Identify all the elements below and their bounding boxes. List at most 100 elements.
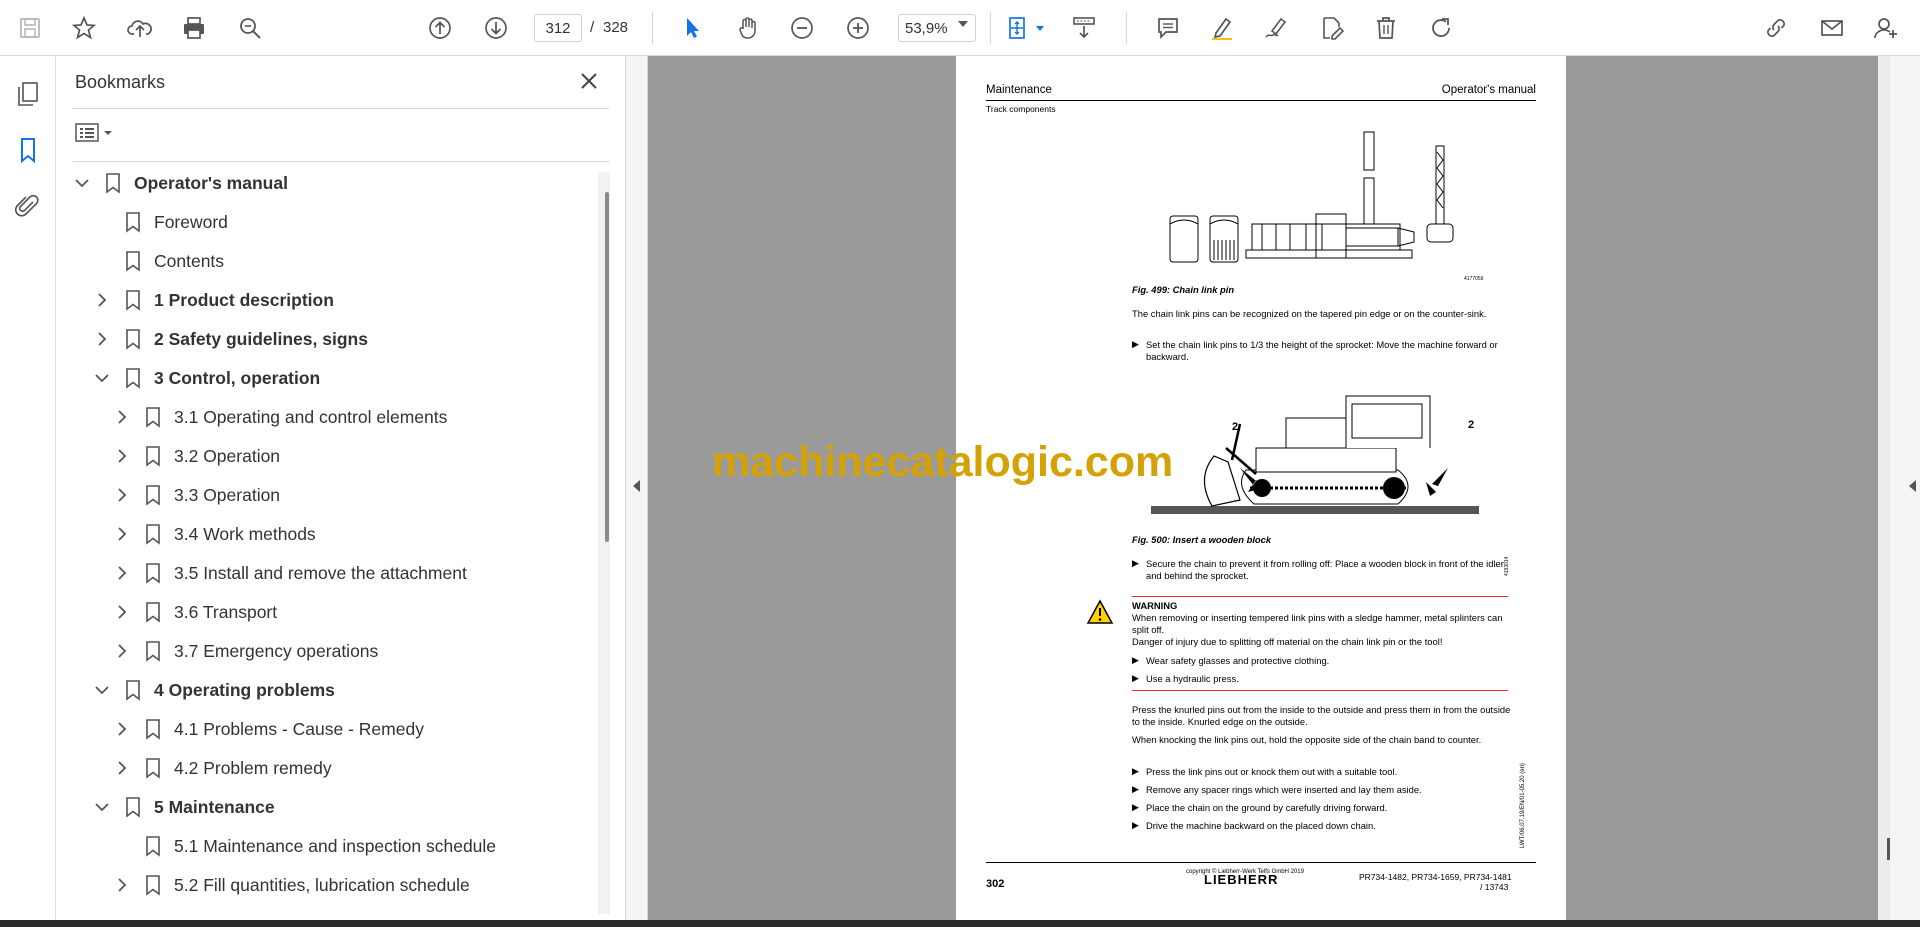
bookmark-item[interactable]: 4.1 Problems - Cause - Remedy (112, 712, 424, 746)
document-scrollbar[interactable] (1878, 56, 1890, 920)
bookmark-item[interactable]: 3.2 Operation (112, 439, 280, 473)
comment-icon[interactable] (1150, 10, 1186, 46)
bookmark-item[interactable]: 3.3 Operation (112, 478, 280, 512)
bookmark-icon (146, 602, 160, 623)
chevron-down-icon[interactable] (1036, 26, 1044, 31)
bookmark-item[interactable]: Foreword (92, 205, 228, 239)
bookmark-label: 2 Safety guidelines, signs (154, 328, 368, 349)
bookmark-item[interactable]: 5.2 Fill quantities, lubrication schedul… (112, 868, 470, 902)
attachment-icon[interactable] (10, 188, 46, 224)
document-viewer[interactable]: Maintenance Operator's manual Track comp… (648, 56, 1878, 920)
collapse-left-icon[interactable] (633, 480, 640, 492)
share-link-icon[interactable] (1758, 10, 1794, 46)
bookmark-item[interactable]: 3.4 Work methods (112, 517, 316, 551)
chevron-right-icon[interactable] (112, 641, 132, 661)
sign-icon[interactable] (1258, 10, 1294, 46)
bookmark-item[interactable]: 3.1 Operating and control elements (112, 400, 447, 434)
edit-pdf-icon[interactable] (1314, 10, 1350, 46)
chevron-down-icon[interactable] (958, 21, 968, 27)
divider (73, 108, 609, 109)
bookmark-item[interactable]: 3.6 Transport (112, 595, 277, 629)
bookmark-icon (146, 446, 160, 467)
chevron-right-icon[interactable] (112, 446, 132, 466)
bookmark-item[interactable]: Contents (92, 244, 224, 278)
bookmark-label: 1 Product description (154, 289, 334, 310)
scroll-mode-icon[interactable] (1066, 10, 1102, 46)
toolbar-divider (1126, 12, 1127, 44)
close-icon[interactable] (576, 68, 602, 94)
bookmark-item[interactable]: 5.1 Maintenance and inspection schedule (112, 829, 496, 863)
bookmark-item[interactable]: Operator's manual (72, 166, 288, 200)
bookmark-item[interactable]: 5 Maintenance (92, 790, 275, 824)
zoom-level-select[interactable]: 53,9% (898, 14, 976, 42)
upload-icon[interactable] (122, 10, 158, 46)
rotate-icon[interactable] (1424, 10, 1460, 46)
instruction-step: Press the link pins out or knock them ou… (1146, 766, 1398, 777)
bookmark-icon (126, 329, 140, 350)
bookmark-icon (146, 524, 160, 545)
zoom-search-icon[interactable] (232, 10, 268, 46)
zoom-in-icon[interactable] (840, 10, 876, 46)
bookmark-item[interactable]: 4.2 Problem remedy (112, 751, 332, 785)
panel-splitter[interactable] (626, 56, 648, 920)
print-icon[interactable] (176, 10, 212, 46)
chevron-right-icon[interactable] (92, 329, 112, 349)
warning-triangle-icon (1086, 599, 1114, 624)
chevron-right-icon[interactable] (112, 719, 132, 739)
bookmark-label: 3.3 Operation (174, 484, 281, 505)
arrow-down-circle-icon[interactable] (478, 10, 514, 46)
bookmark-label: 3.1 Operating and control elements (174, 406, 448, 427)
chevron-down-icon[interactable] (92, 368, 112, 388)
warning-title: WARNING (1132, 600, 1178, 611)
add-user-icon[interactable] (1868, 10, 1904, 46)
taskbar-edge (0, 920, 1920, 927)
select-pointer-icon[interactable] (674, 10, 710, 46)
bookmarks-icon[interactable] (10, 132, 46, 168)
bookmark-item[interactable]: 3 Control, operation (92, 361, 320, 395)
arrow-up-circle-icon[interactable] (422, 10, 458, 46)
chevron-right-icon[interactable] (112, 875, 132, 895)
zoom-level-value: 53,9% (905, 20, 948, 37)
chevron-right-icon[interactable] (112, 407, 132, 427)
save-icon[interactable] (12, 10, 48, 46)
bookmark-icon (126, 290, 140, 311)
bookmark-label: 3.4 Work methods (174, 523, 316, 544)
toolbar-divider (990, 12, 991, 44)
bookmark-item[interactable]: 4 Operating problems (92, 673, 335, 707)
delete-icon[interactable] (1368, 10, 1404, 46)
chevron-right-icon[interactable] (112, 485, 132, 505)
page-thumbnails-icon[interactable] (10, 76, 46, 112)
hand-icon[interactable] (730, 10, 766, 46)
page-subheader: Track components (986, 104, 1056, 114)
chevron-right-icon[interactable] (92, 290, 112, 310)
highlight-icon[interactable] (1204, 10, 1240, 46)
bookmark-label: 3.6 Transport (174, 601, 278, 622)
chevron-right-icon[interactable] (112, 758, 132, 778)
bookmark-item[interactable]: 3.7 Emergency operations (112, 634, 378, 668)
bookmark-icon (126, 251, 140, 272)
zoom-out-icon[interactable] (784, 10, 820, 46)
bookmark-options-button[interactable] (74, 118, 118, 148)
side-code: LWT/06.07.19/EN/01-05.20 (en) (1520, 763, 1526, 848)
bookmark-item[interactable]: 1 Product description (92, 283, 334, 317)
chevron-right-icon[interactable] (112, 524, 132, 544)
bookmark-item[interactable]: 2 Safety guidelines, signs (92, 322, 368, 356)
document-scrollbar-thumb[interactable] (1887, 838, 1890, 860)
figure-callout: 2 (1468, 419, 1474, 431)
expand-right-panel-icon[interactable] (1909, 480, 1916, 492)
mail-icon[interactable] (1814, 10, 1850, 46)
star-icon[interactable] (66, 10, 102, 46)
bookmark-item[interactable]: 3.5 Install and remove the attachment (112, 556, 467, 590)
bookmark-label: 3.2 Operation (174, 445, 281, 466)
scrollbar-thumb[interactable] (605, 192, 609, 542)
instruction-step: Drive the machine backward on the placed… (1146, 820, 1376, 831)
bookmark-icon (146, 875, 160, 896)
chevron-down-icon[interactable] (72, 173, 92, 193)
chevron-down-icon[interactable] (92, 797, 112, 817)
chevron-right-icon[interactable] (112, 563, 132, 583)
chevron-right-icon[interactable] (112, 602, 132, 622)
page-number-input[interactable] (534, 14, 582, 42)
chevron-down-icon[interactable] (92, 680, 112, 700)
page-header-right: Operator's manual (1441, 84, 1536, 96)
fit-page-icon[interactable] (1000, 10, 1036, 46)
